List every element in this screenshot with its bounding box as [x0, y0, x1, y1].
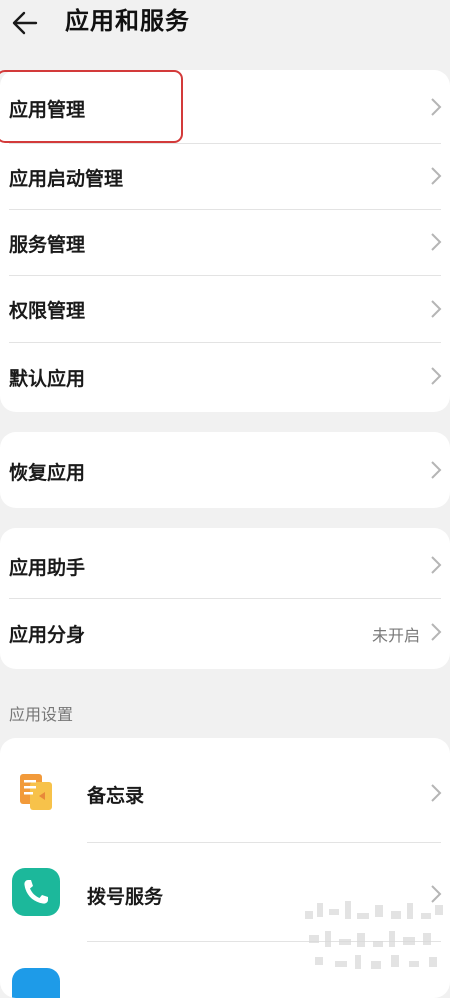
list-item-app-partial[interactable] [0, 942, 450, 998]
list-item-restore-apps[interactable]: 恢复应用 [0, 432, 450, 508]
list-item-label: 应用启动管理 [9, 168, 124, 190]
list-item-permission-management[interactable]: 权限管理 [0, 276, 450, 343]
chevron-right-icon [431, 784, 442, 802]
settings-card-restore: 恢复应用 [0, 432, 450, 508]
list-item-label: 权限管理 [9, 300, 86, 322]
list-item-app-launch[interactable]: 应用启动管理 [0, 143, 450, 210]
chevron-right-icon [431, 885, 442, 903]
chevron-right-icon [431, 233, 442, 251]
status-text: 未开启 [371, 626, 420, 645]
chevron-right-icon [431, 461, 442, 479]
list-item-label: 备忘录 [87, 785, 145, 807]
list-item-dialer-service[interactable]: 拨号服务 [0, 843, 450, 941]
list-item-label: 应用助手 [9, 557, 86, 579]
settings-card-assistant: 应用助手 应用分身 未开启 [0, 528, 450, 669]
page-title: 应用和服务 [65, 7, 190, 35]
list-item-label: 拨号服务 [87, 886, 164, 908]
section-header: 应用设置 [9, 705, 74, 724]
list-item-service-management[interactable]: 服务管理 [0, 210, 450, 276]
chevron-right-icon [431, 167, 442, 185]
list-item-app-management[interactable]: 应用管理 [0, 70, 450, 143]
chevron-right-icon [431, 300, 442, 318]
settings-card-apps: 备忘录 拨号服务 [0, 738, 450, 998]
back-button[interactable] [8, 6, 42, 40]
arrow-left-icon [12, 11, 38, 35]
list-item-label: 应用分身 [9, 624, 86, 646]
list-item-label: 应用管理 [9, 99, 86, 121]
settings-card-main: 应用管理 应用启动管理 服务管理 权限管理 默认应用 [0, 70, 450, 412]
chevron-right-icon [431, 367, 442, 385]
phone-icon [12, 868, 60, 916]
top-app-bar: 应用和服务 [0, 0, 450, 48]
chevron-right-icon [431, 556, 442, 574]
list-item-label: 服务管理 [9, 234, 86, 256]
list-item-label: 默认应用 [9, 368, 86, 390]
app-icon [12, 968, 60, 998]
list-item-memo[interactable]: 备忘录 [0, 738, 450, 842]
chevron-right-icon [431, 623, 442, 641]
list-item-app-twin[interactable]: 应用分身 未开启 [0, 599, 450, 669]
list-item-app-assistant[interactable]: 应用助手 [0, 528, 450, 598]
notepad-icon [12, 768, 60, 816]
list-item-default-apps[interactable]: 默认应用 [0, 343, 450, 412]
chevron-right-icon [431, 98, 442, 116]
list-item-label: 恢复应用 [9, 462, 86, 484]
